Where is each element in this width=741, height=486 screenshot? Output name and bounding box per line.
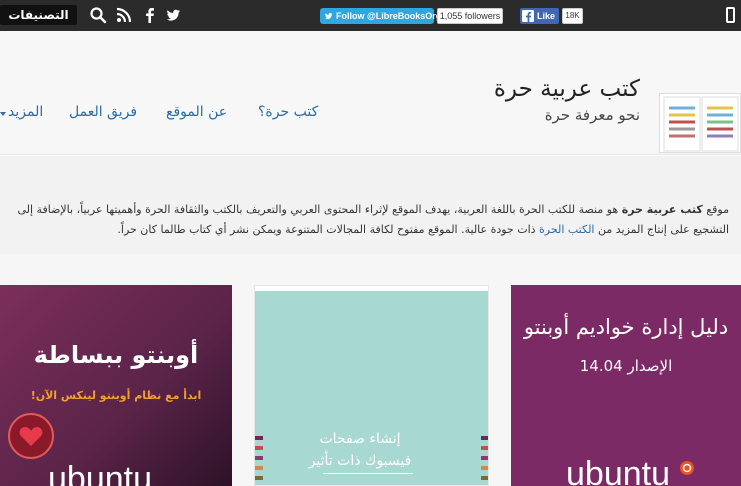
book-title-line1: إنشاء صفحات xyxy=(319,431,401,447)
categories-button[interactable]: التصنيفات xyxy=(0,5,77,25)
twitter-follow-button[interactable]: Follow @LibreBooksOrg xyxy=(320,8,441,24)
facebook-like-count: 18K xyxy=(562,8,583,24)
nav-free-books[interactable]: كتب حرة؟ xyxy=(258,104,318,120)
book-edition: الإصدار 14.04 xyxy=(579,357,673,375)
nav-about[interactable]: عن الموقع xyxy=(166,104,227,120)
book-title: دليل إدارة خواديم أوبنتو xyxy=(523,315,729,339)
ubuntu-wordmark: ubuntu xyxy=(566,455,670,486)
twitter-follow-label: Follow @LibreBooksOrg xyxy=(336,11,442,21)
book-card-ubuntu-simply[interactable]: أوبنتو ببساطة ابدأ مع نظام أوبنتو لينكس … xyxy=(0,285,232,486)
free-books-link[interactable]: الكتب الحرة xyxy=(539,223,594,236)
twitter-icon[interactable] xyxy=(164,6,182,24)
rss-icon[interactable] xyxy=(115,6,133,24)
search-icon[interactable] xyxy=(89,6,107,24)
title-underline xyxy=(323,473,413,474)
intro-part1: موقع xyxy=(702,203,729,216)
book-title: أوبنتو ببساطة xyxy=(33,341,199,369)
logo-books-icon[interactable] xyxy=(659,93,741,153)
twitter-bird-icon xyxy=(325,13,333,20)
intro-site-name: كتب عربية حرة xyxy=(621,203,703,216)
nav-more[interactable]: المزيد xyxy=(8,104,43,120)
nav-team[interactable]: فريق العمل xyxy=(69,104,137,120)
book-card-ubuntu-server[interactable]: دليل إدارة خواديم أوبنتو الإصدار 14.04 u… xyxy=(511,285,741,486)
top-bar: التصنيفات Follow @LibreBooksOrg 1,055 fo… xyxy=(0,0,741,31)
facebook-logo-icon xyxy=(522,10,534,22)
intro-part3: ذات جودة عالية. الموقع مفتوح لكافة المجا… xyxy=(117,223,540,236)
book-card-facebook-pages[interactable]: إنشاء صفحات فيسبوك ذات تأثير xyxy=(254,285,489,486)
book-title-line2: فيسبوك ذات تأثير xyxy=(308,453,412,469)
site-title[interactable]: كتب عربية حرة xyxy=(440,76,640,102)
book-top-strip xyxy=(255,286,488,291)
ubuntu-wordmark: ubuntu xyxy=(48,460,152,486)
site-header: كتب عربية حرة نحو معرفة حرة كتب حرة؟ عن … xyxy=(0,31,741,155)
book-tagline: ابدأ مع نظام أوبنتو لينكس الآن! xyxy=(30,389,202,402)
heart-badge-icon xyxy=(8,413,54,459)
facebook-like-label: Like xyxy=(537,11,556,21)
twitter-followers-count[interactable]: 1,055 followers xyxy=(437,8,503,24)
facebook-icon[interactable] xyxy=(141,6,159,24)
intro-section: موقع كتب عربية حرة هو منصة للكتب الحرة ب… xyxy=(0,156,741,254)
nav-more-label: المزيد xyxy=(8,104,44,120)
chevron-down-icon xyxy=(0,112,6,116)
intro-text: موقع كتب عربية حرة هو منصة للكتب الحرة ب… xyxy=(12,200,729,240)
mobile-menu-icon[interactable] xyxy=(726,7,735,23)
ubuntu-logo-icon xyxy=(680,461,694,475)
facebook-like-button[interactable]: Like xyxy=(520,8,559,24)
site-subtitle: نحو معرفة حرة xyxy=(544,106,640,124)
